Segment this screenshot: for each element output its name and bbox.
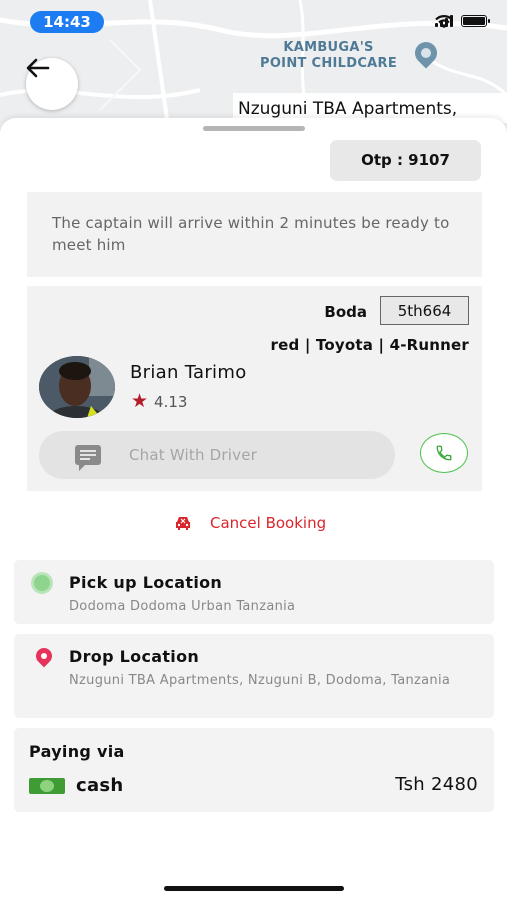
fare-amount: Tsh 2480 (395, 774, 478, 795)
payment-method: cash (76, 775, 124, 796)
status-time: 14:43 (30, 11, 104, 33)
drop-address: Nzuguni TBA Apartments, Nzuguni B, Dodom… (69, 673, 451, 688)
pickup-dot-icon (31, 572, 53, 594)
booking-sheet: Otp : 9107 The captain will arrive withi… (0, 118, 507, 900)
vehicle-description: red | Toyota | 4-Runner (270, 336, 469, 354)
drop-location-card[interactable]: Drop Location Nzuguni TBA Apartments, Nz… (14, 634, 494, 718)
sheet-grabber[interactable] (203, 126, 305, 131)
home-indicator[interactable] (164, 886, 344, 891)
cash-icon (29, 778, 65, 794)
drop-title: Drop Location (69, 647, 200, 666)
call-driver-button[interactable] (420, 433, 468, 473)
pickup-location-card[interactable]: Pick up Location Dodoma Dodoma Urban Tan… (14, 560, 494, 624)
drop-pin-icon (32, 644, 56, 668)
payment-card: Paying via cash Tsh 2480 (14, 728, 494, 812)
paying-via-label: Paying via (29, 742, 125, 761)
status-bar: 14:43 (0, 0, 507, 44)
driver-rating: ★ 4.13 (131, 392, 187, 411)
battery-icon (461, 15, 490, 27)
car-cancel-icon (176, 517, 190, 530)
otp-badge: Otp : 9107 (330, 140, 481, 181)
vehicle-type: Boda (324, 303, 367, 321)
wifi-icon (435, 15, 453, 28)
rating-value: 4.13 (154, 392, 188, 411)
pickup-title: Pick up Location (69, 573, 223, 592)
pickup-address: Dodoma Dodoma Urban Tanzania (69, 599, 296, 614)
arrival-notice: The captain will arrive within 2 minutes… (27, 192, 482, 277)
driver-card: Boda 5th664 red | Toyota | 4-Runner Bria… (27, 286, 482, 491)
star-icon: ★ (131, 390, 149, 412)
status-icons (435, 15, 490, 28)
poi-line-1: KAMBUGA'S (283, 40, 374, 55)
poi-line-2: POINT CHILDCARE (260, 56, 398, 71)
driver-avatar[interactable] (39, 356, 115, 418)
chat-with-driver-button[interactable]: Chat With Driver (39, 431, 395, 479)
chat-icon (75, 445, 101, 471)
chat-label: Chat With Driver (129, 446, 258, 464)
cancel-booking-label: Cancel Booking (210, 514, 327, 532)
back-arrow-icon (26, 58, 50, 78)
driver-photo (39, 356, 115, 418)
license-plate: 5th664 (380, 296, 469, 325)
driver-name: Brian Tarimo (130, 362, 247, 383)
cancel-booking-button[interactable]: Cancel Booking (174, 514, 326, 532)
phone-icon (436, 445, 452, 461)
back-button[interactable] (26, 58, 78, 110)
map-poi-label: KAMBUGA'S POINT CHILDCARE (260, 40, 397, 72)
